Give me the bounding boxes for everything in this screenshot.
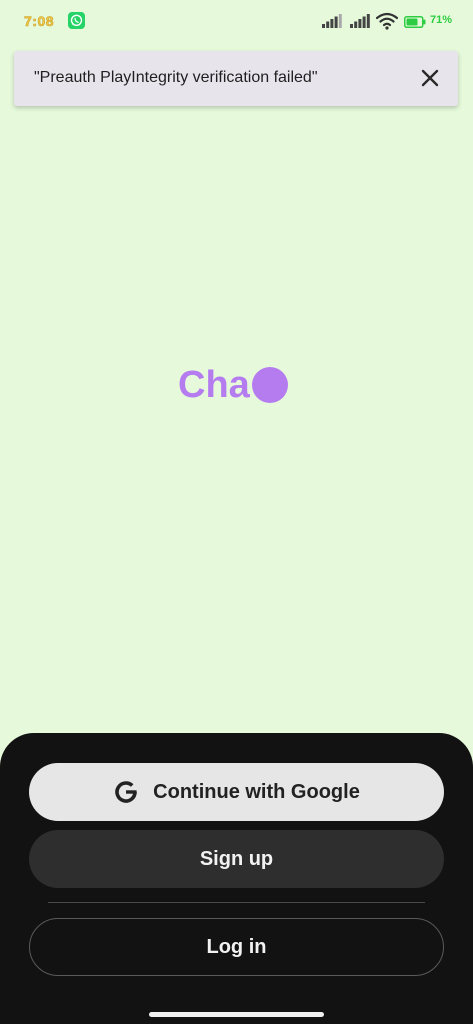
signal-icon — [322, 14, 342, 28]
log-in-label: Log in — [206, 935, 267, 958]
home-indicator[interactable] — [149, 1012, 324, 1017]
battery-icon — [404, 15, 426, 28]
status-time: 7:08 — [24, 13, 55, 30]
whatsapp-icon — [68, 12, 85, 29]
sign-up-button[interactable]: Sign up — [29, 830, 444, 888]
log-in-button[interactable]: Log in — [29, 918, 444, 976]
wifi-icon — [375, 12, 399, 30]
status-bar: 7:08 71% — [0, 0, 473, 44]
sign-up-label: Sign up — [199, 847, 274, 870]
continue-with-google-button[interactable]: Continue with Google — [29, 763, 444, 821]
divider — [48, 902, 425, 903]
auth-sheet: Continue with Google Sign up Log in — [0, 733, 473, 1024]
signal-icon — [350, 14, 370, 28]
battery-percent: 71% — [430, 14, 453, 26]
toast-message: "Preauth PlayIntegrity verification fail… — [34, 69, 318, 86]
app-logo: Cha — [178, 364, 288, 406]
logo-text: Cha — [178, 364, 250, 406]
google-button-label: Continue with Google — [153, 780, 360, 803]
error-toast: "Preauth PlayIntegrity verification fail… — [14, 51, 458, 106]
google-icon — [113, 779, 139, 805]
logo-dot-icon — [251, 367, 288, 403]
close-icon[interactable] — [418, 66, 442, 90]
